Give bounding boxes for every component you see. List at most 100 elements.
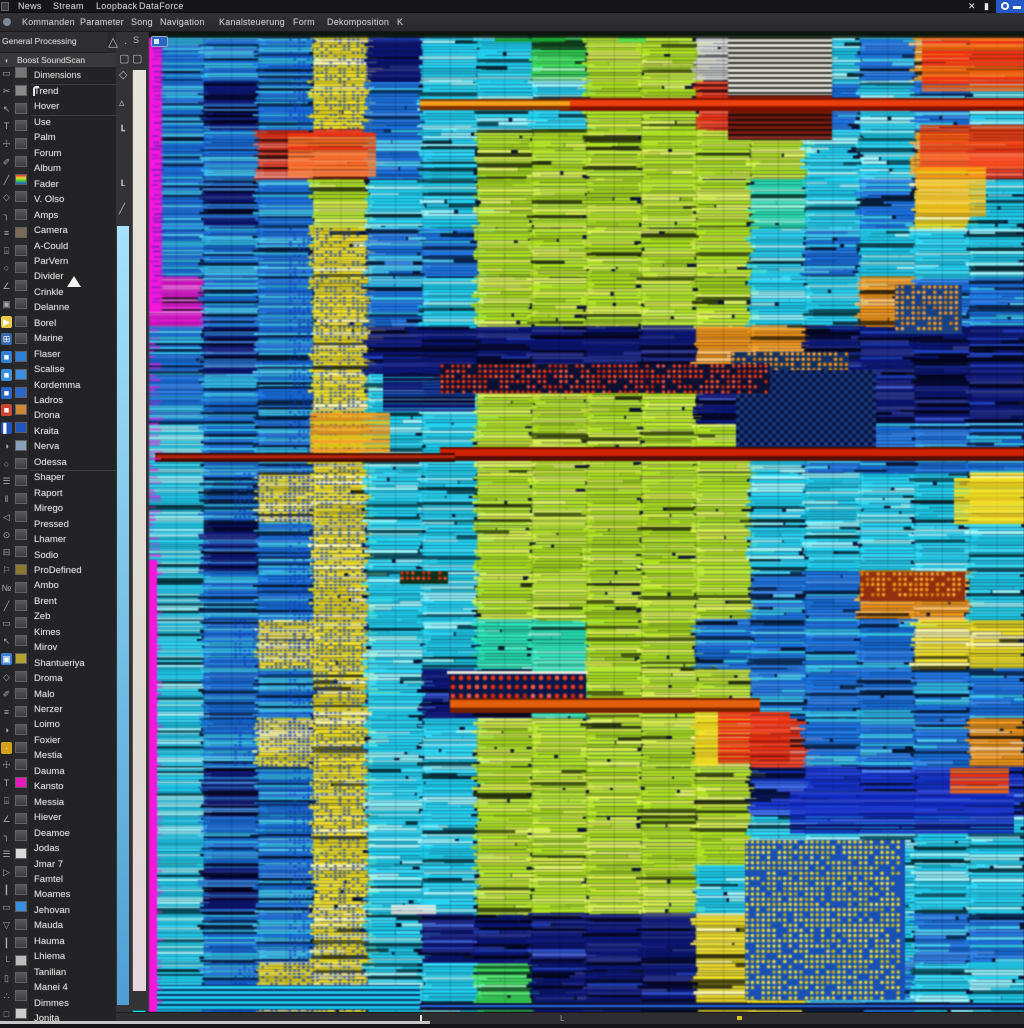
tool-icon[interactable]: ■ bbox=[1, 404, 12, 416]
thumbnail[interactable] bbox=[15, 919, 27, 930]
thumbnail[interactable] bbox=[15, 475, 27, 486]
list-item[interactable]: Kordemma bbox=[34, 380, 114, 395]
panel-icon[interactable]: △ bbox=[108, 34, 118, 50]
list-item[interactable]: Marine bbox=[34, 333, 114, 348]
tool-icon[interactable]: ◑ bbox=[1, 440, 12, 452]
list-item[interactable]: Kraita bbox=[34, 426, 114, 441]
menu-item[interactable]: Stream bbox=[53, 1, 84, 11]
list-item[interactable]: Shantueriya bbox=[34, 658, 114, 673]
thumbnail[interactable] bbox=[15, 866, 27, 877]
list-item[interactable]: Pressed bbox=[34, 519, 114, 534]
list-item[interactable]: Nerva bbox=[34, 441, 114, 456]
tool-icon[interactable]: ◑ bbox=[1, 724, 12, 736]
panel-icon[interactable]: ▵ bbox=[119, 96, 125, 109]
tool-icon[interactable]: ■ bbox=[1, 369, 12, 381]
list-item[interactable]: Messia bbox=[34, 797, 114, 812]
tool-icon[interactable]: ▭ bbox=[1, 901, 12, 913]
list-item[interactable]: Manei 4 bbox=[34, 982, 114, 997]
toolbar-item[interactable]: Dekomposition bbox=[327, 17, 389, 27]
list-item[interactable]: Deamoe bbox=[34, 828, 114, 843]
list-item[interactable]: Shaper bbox=[34, 472, 114, 487]
tool-icon[interactable]: ⊟ bbox=[1, 546, 12, 558]
list-item[interactable]: Delanne bbox=[34, 302, 114, 317]
tool-icon[interactable]: ■ bbox=[1, 351, 12, 363]
tool-icon[interactable]: ∴ bbox=[1, 990, 12, 1002]
thumbnail[interactable] bbox=[15, 724, 27, 735]
spectrogram-canvas[interactable] bbox=[149, 32, 1024, 1012]
list-item[interactable]: Palm bbox=[34, 132, 114, 147]
panel-icon[interactable]: S bbox=[133, 35, 139, 45]
thumbnail[interactable] bbox=[15, 422, 27, 433]
panel-icon[interactable]: ┗ bbox=[119, 126, 125, 137]
tool-icon[interactable]: ∠ bbox=[1, 280, 12, 292]
tool-icon[interactable]: ≡ bbox=[1, 706, 12, 718]
thumbnail[interactable] bbox=[15, 316, 27, 327]
thumbnail[interactable] bbox=[15, 227, 27, 238]
thumbnail[interactable] bbox=[15, 174, 27, 185]
menu-item[interactable]: DataForce bbox=[139, 1, 184, 11]
list-item[interactable]: Drona bbox=[34, 410, 114, 425]
list-item[interactable]: Kimes bbox=[34, 627, 114, 642]
thumbnail[interactable] bbox=[15, 458, 27, 469]
tool-icon[interactable]: ╮ bbox=[1, 209, 12, 221]
tool-icon[interactable]: ✂ bbox=[1, 85, 12, 97]
toolbar-item[interactable]: Parameter bbox=[80, 17, 124, 27]
zoom-slider[interactable] bbox=[117, 226, 129, 1005]
list-item[interactable]: A-Could bbox=[34, 241, 114, 256]
list-item[interactable]: Droma bbox=[34, 673, 114, 688]
tool-icon[interactable]: └ bbox=[1, 955, 12, 967]
list-item[interactable]: Use bbox=[34, 117, 114, 132]
thumbnail[interactable] bbox=[15, 404, 27, 415]
tool-icon[interactable]: ⚐ bbox=[1, 564, 12, 576]
list-item[interactable]: Famtel bbox=[34, 874, 114, 889]
list-item[interactable]: Fader bbox=[34, 179, 114, 194]
list-item[interactable]: Sodio bbox=[34, 550, 114, 565]
tool-icon[interactable]: ▭ bbox=[1, 617, 12, 629]
list-item[interactable]: Brent bbox=[34, 596, 114, 611]
tool-icon[interactable]: ▣ bbox=[1, 653, 12, 665]
tool-icon[interactable]: ◇ bbox=[1, 191, 12, 203]
thumbnail[interactable] bbox=[15, 848, 27, 859]
thumbnail[interactable] bbox=[15, 955, 27, 966]
list-item[interactable]: Nerzer bbox=[34, 704, 114, 719]
tool-icon[interactable]: ⊞ bbox=[1, 333, 12, 345]
thumbnail[interactable] bbox=[15, 830, 27, 841]
thumbnail[interactable] bbox=[15, 67, 27, 78]
thumbnail[interactable] bbox=[15, 440, 27, 451]
thumbnail[interactable] bbox=[15, 600, 27, 611]
accent-window-button[interactable] bbox=[996, 0, 1024, 13]
list-item[interactable]: Flaser bbox=[34, 349, 114, 364]
panel-icon[interactable]: · bbox=[124, 38, 127, 49]
thumbnail[interactable] bbox=[15, 972, 27, 983]
thumbnail[interactable] bbox=[15, 280, 27, 291]
tool-icon[interactable]: · bbox=[1, 742, 12, 754]
thumbnail[interactable] bbox=[15, 493, 27, 504]
thumbnail[interactable] bbox=[15, 85, 27, 96]
thumbnail[interactable] bbox=[15, 103, 27, 114]
list-item[interactable]: ProDefined bbox=[34, 565, 114, 580]
list-item[interactable]: Lhamer bbox=[34, 534, 114, 549]
toolbar-item[interactable]: Song bbox=[131, 17, 153, 27]
list-item[interactable]: Foxier bbox=[34, 735, 114, 750]
tool-icon[interactable]: ☩ bbox=[1, 759, 12, 771]
list-item[interactable]: Zeb bbox=[34, 611, 114, 626]
tool-icon[interactable]: ✐ bbox=[1, 688, 12, 700]
thumbnail[interactable] bbox=[15, 546, 27, 557]
list-item[interactable]: V. Olso bbox=[34, 194, 114, 209]
tool-icon[interactable]: ✐ bbox=[1, 156, 12, 168]
thumbnail[interactable] bbox=[15, 120, 27, 131]
toolbar-item[interactable]: Form bbox=[293, 17, 315, 27]
list-item[interactable]: Loimo bbox=[34, 719, 114, 734]
menu-item[interactable]: Loopback bbox=[96, 1, 137, 11]
thumbnail[interactable] bbox=[15, 582, 27, 593]
scrollbar-vertical[interactable] bbox=[132, 70, 146, 991]
tool-icon[interactable]: ⊙ bbox=[1, 529, 12, 541]
list-item[interactable]: Hauma bbox=[34, 936, 114, 951]
tool-icon[interactable]: ╮ bbox=[1, 830, 12, 842]
list-item[interactable]: Dauma bbox=[34, 766, 114, 781]
panel-icon[interactable]: ▢ bbox=[119, 52, 129, 65]
tool-icon[interactable]: ╱ bbox=[1, 174, 12, 186]
thumbnail[interactable] bbox=[15, 884, 27, 895]
list-item[interactable]: Dimmes bbox=[34, 998, 114, 1013]
tool-icon[interactable]: ☰ bbox=[1, 475, 12, 487]
